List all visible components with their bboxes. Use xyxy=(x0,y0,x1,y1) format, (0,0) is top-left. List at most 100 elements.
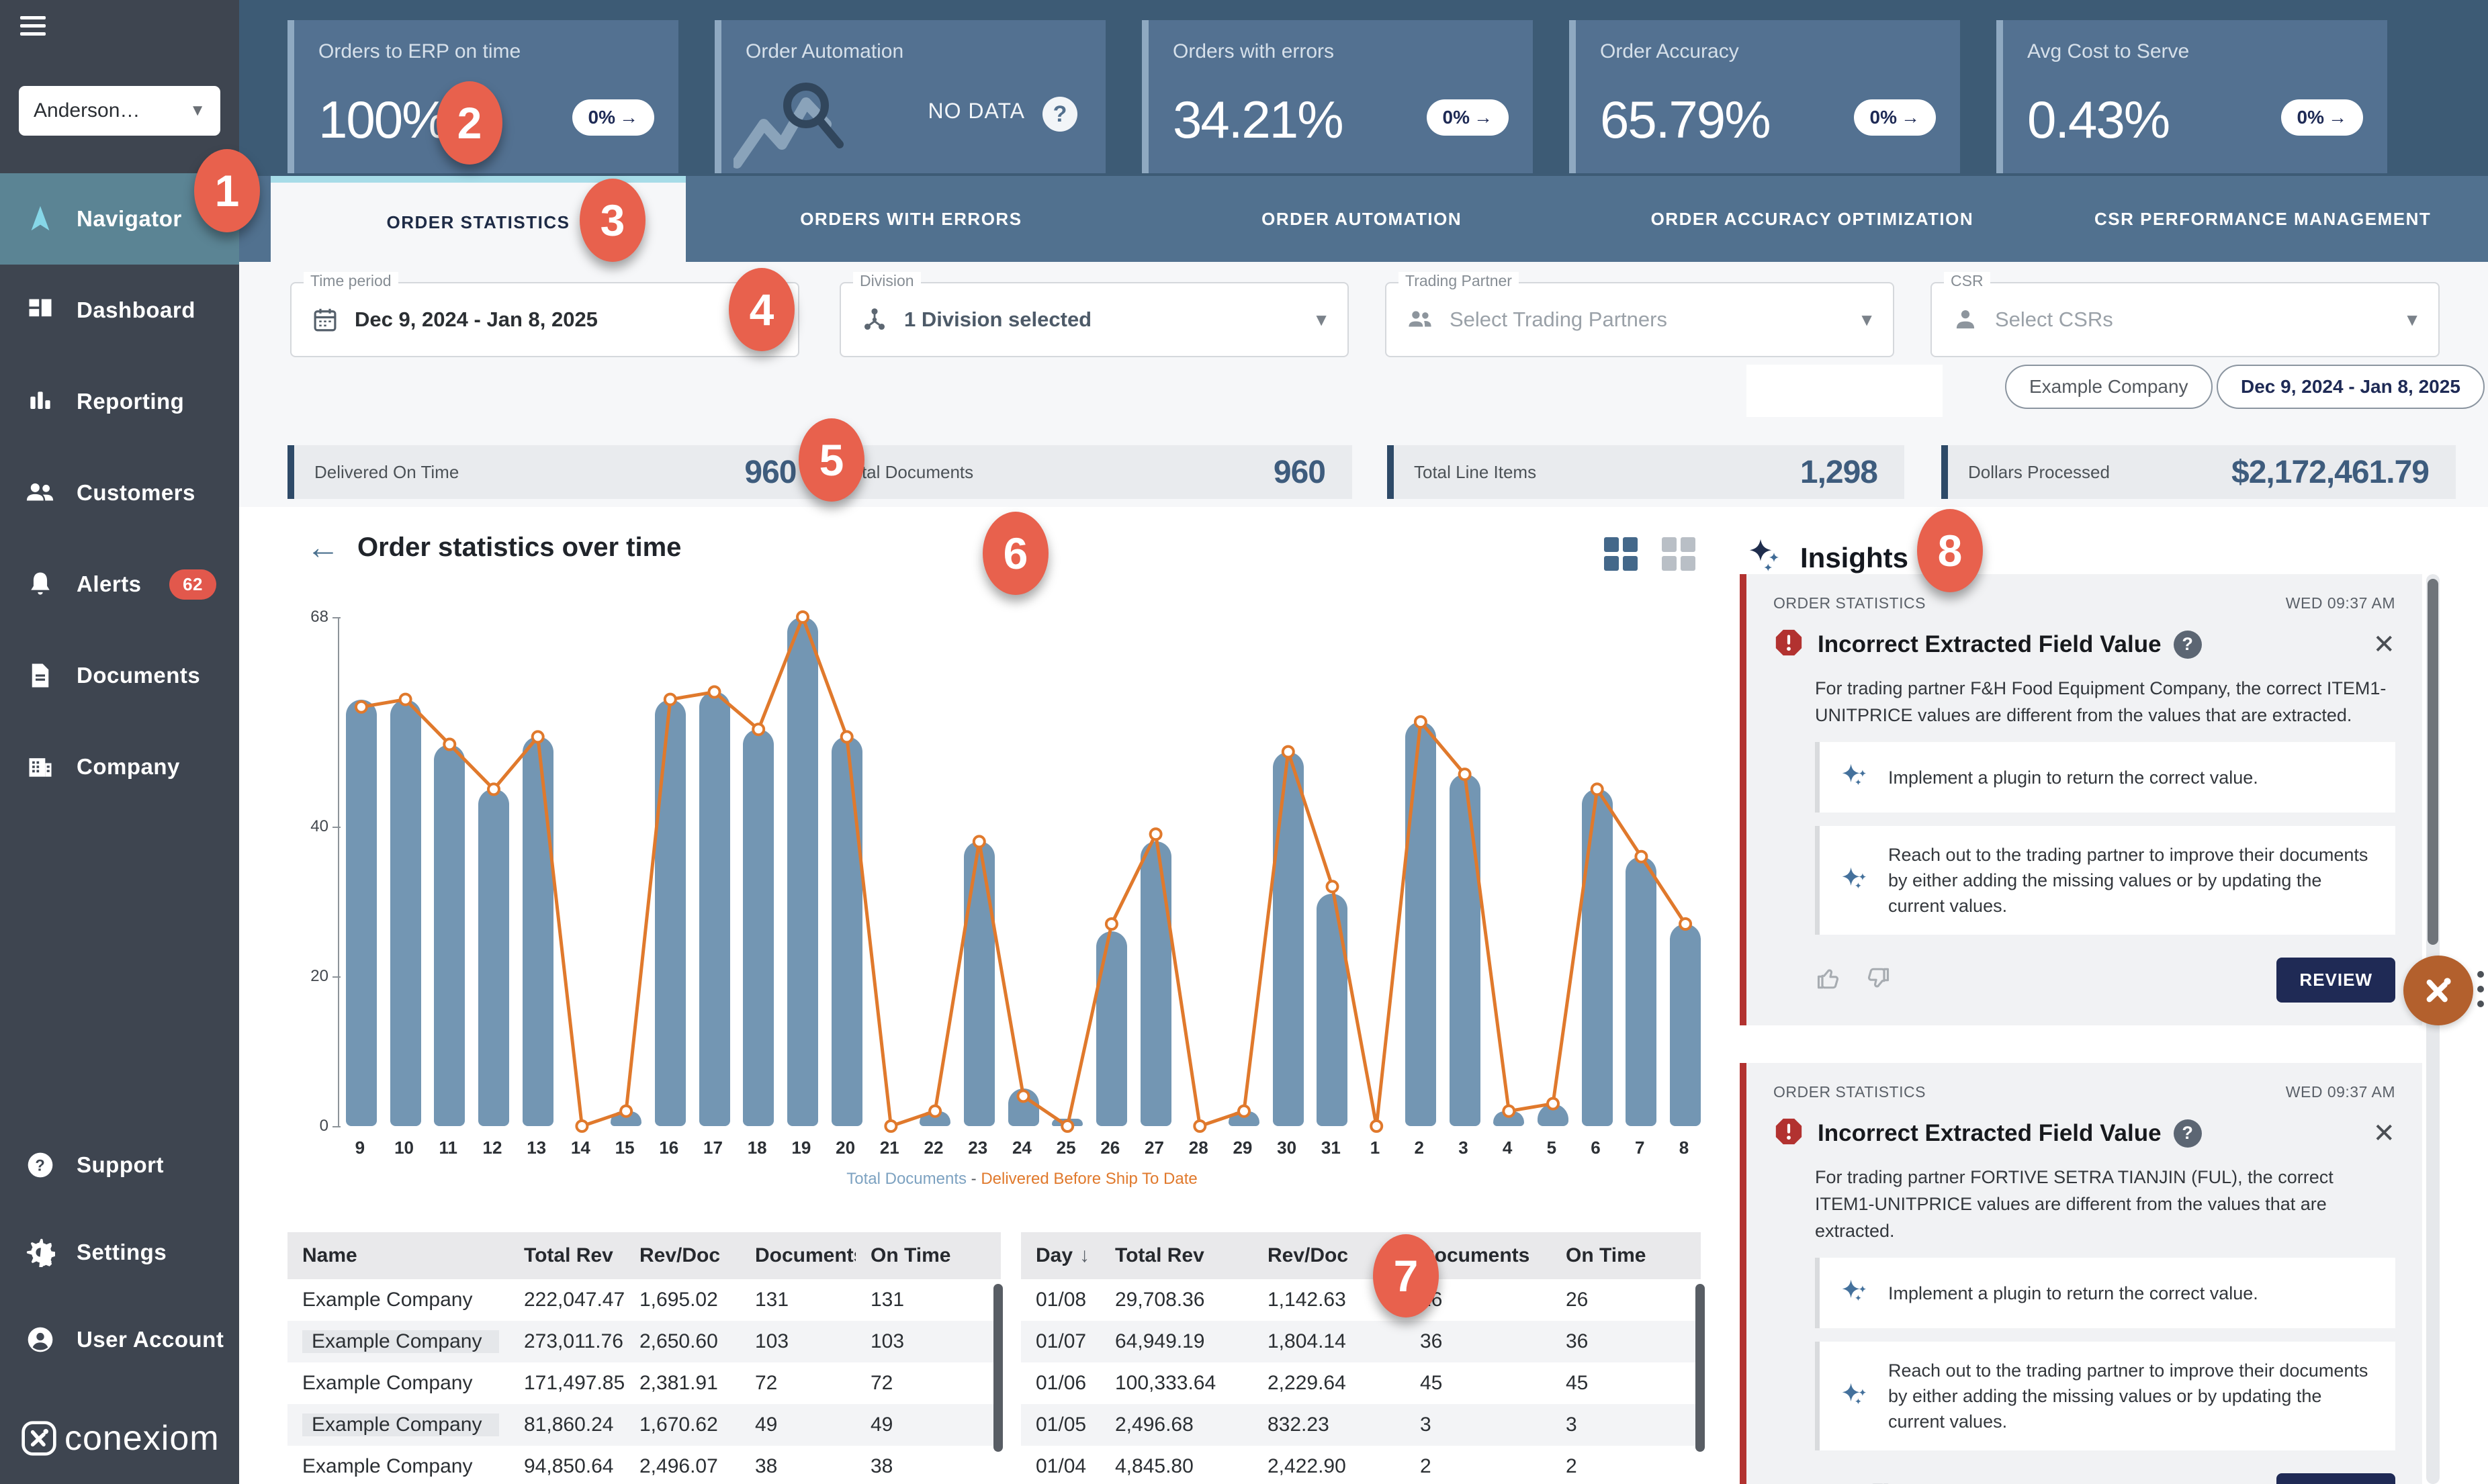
x-axis-tick: 10 xyxy=(382,1138,427,1158)
review-button[interactable]: REVIEW xyxy=(2276,1473,2395,1484)
column-header[interactable]: Total Rev xyxy=(509,1244,625,1267)
column-header[interactable]: Day↓ xyxy=(1021,1244,1100,1267)
legend-total-documents: Total Documents xyxy=(846,1170,967,1188)
sidebar-item-reporting[interactable]: Reporting xyxy=(0,356,239,447)
x-axis-tick: 4 xyxy=(1485,1138,1529,1158)
reporting-icon xyxy=(24,385,56,418)
filter-chip[interactable]: Example Company xyxy=(2005,365,2213,409)
back-arrow-icon[interactable]: ← xyxy=(306,530,340,564)
widget-drag-handle[interactable] xyxy=(2477,971,2488,1007)
thumbs-down-icon[interactable] xyxy=(1862,1479,1892,1484)
filter-time-period[interactable]: Time periodDec 9, 2024 - Jan 8, 2025 xyxy=(290,282,799,357)
table-row[interactable]: 01/044,845.802,422.9022 xyxy=(1021,1446,1701,1484)
partners-table-scrollbar[interactable] xyxy=(993,1284,1003,1452)
filter-csr[interactable]: CSRSelect CSRs▼ xyxy=(1930,282,2440,357)
conexiom-widget-button[interactable] xyxy=(2403,956,2473,1025)
thumbs-down-icon[interactable] xyxy=(1862,964,1892,996)
table-row[interactable]: 01/0764,949.191,804.143636 xyxy=(1021,1321,1701,1362)
tab-orders-with-errors[interactable]: ORDERS WITH ERRORS xyxy=(686,176,1137,262)
thumbs-up-icon[interactable] xyxy=(1815,1479,1845,1484)
table-row[interactable]: Example Company171,497.852,381.917272 xyxy=(287,1362,1001,1404)
x-axis-tick: 5 xyxy=(1529,1138,1574,1158)
help-circle-icon[interactable]: ? xyxy=(2174,631,2202,659)
kpi-title: Order Automation xyxy=(746,40,1081,63)
kpi-trend-badge[interactable]: 0%→ xyxy=(2281,99,2363,136)
close-icon[interactable]: ✕ xyxy=(2372,1120,2395,1147)
stat-value: 960 xyxy=(744,454,796,491)
company-selector[interactable]: Anderson… ▼ xyxy=(19,86,220,136)
annotation-badge-6: 6 xyxy=(983,512,1049,595)
insight-category: ORDER STATISTICS xyxy=(1773,1083,1926,1101)
delivered-line-series xyxy=(339,617,1707,1126)
table-row[interactable]: Example Company81,860.241,670.624949 xyxy=(287,1404,1001,1446)
list-view-icon[interactable] xyxy=(1662,537,1697,572)
table-row[interactable]: Example Company273,011.762,650.60103103 xyxy=(287,1321,1001,1362)
review-button[interactable]: REVIEW xyxy=(2276,958,2395,1003)
hamburger-menu-icon[interactable] xyxy=(20,16,47,39)
column-header[interactable]: On Time xyxy=(1551,1244,1701,1267)
chevron-down-icon: ▼ xyxy=(2403,310,2421,330)
sidebar-item-alerts[interactable]: Alerts62 xyxy=(0,539,239,630)
grid-view-icon[interactable] xyxy=(1604,537,1639,572)
column-header[interactable]: Name xyxy=(287,1244,509,1267)
stat-value: 960 xyxy=(1274,454,1325,491)
summary-stat-box: Dollars Processed$2,172,461.79 xyxy=(1941,445,2456,499)
daily-table-scrollbar[interactable] xyxy=(1695,1284,1705,1452)
help-circle-icon[interactable]: ? xyxy=(1042,97,1077,132)
tab-csr-performance-management[interactable]: CSR PERFORMANCE MANAGEMENT xyxy=(2037,176,2488,262)
company-icon xyxy=(24,751,56,783)
x-axis-tick: 9 xyxy=(338,1138,382,1158)
tab-order-accuracy-optimization[interactable]: ORDER ACCURACY OPTIMIZATION xyxy=(1587,176,2038,262)
insights-title: Insights xyxy=(1800,542,1908,574)
sidebar-item-dashboard[interactable]: Dashboard xyxy=(0,265,239,356)
filter-division[interactable]: Division1 Division selected▼ xyxy=(840,282,1349,357)
sidebar-item-settings[interactable]: Settings xyxy=(0,1209,239,1296)
table-row[interactable]: 01/052,496.68832.2333 xyxy=(1021,1404,1701,1446)
sort-descending-icon: ↓ xyxy=(1079,1244,1090,1266)
column-header[interactable]: Total Rev xyxy=(1100,1244,1253,1267)
x-axis-tick: 29 xyxy=(1220,1138,1265,1158)
table-row[interactable]: Example Company222,047.471,695.02131131 xyxy=(287,1279,1001,1321)
stat-value: $2,172,461.79 xyxy=(2231,454,2429,491)
tab-order-automation[interactable]: ORDER AUTOMATION xyxy=(1137,176,1587,262)
table-row[interactable]: 01/0829,708.361,142.632626 xyxy=(1021,1279,1701,1321)
chart-legend: Total Documents - Delivered Before Ship … xyxy=(338,1170,1706,1189)
kpi-trend-badge[interactable]: 0%→ xyxy=(1427,99,1509,136)
stat-label: Total Line Items xyxy=(1414,462,1536,483)
arrow-right-icon: → xyxy=(1474,107,1493,128)
insight-timestamp: WED 09:37 AM xyxy=(2286,594,2395,612)
table-row[interactable]: 01/06100,333.642,229.644545 xyxy=(1021,1362,1701,1404)
no-data-chart-icon xyxy=(734,83,861,173)
insight-body: For trading partner FORTIVE SETRA TIANJI… xyxy=(1815,1164,2395,1244)
annotation-badge-7: 7 xyxy=(1373,1234,1439,1317)
insights-header: Insights xyxy=(1744,536,1908,579)
column-header[interactable]: Rev/Doc xyxy=(625,1244,740,1267)
filter-chip[interactable]: Dec 9, 2024 - Jan 8, 2025 xyxy=(2217,365,2485,409)
close-icon[interactable]: ✕ xyxy=(2372,631,2395,658)
x-axis-tick: 16 xyxy=(647,1138,691,1158)
kpi-trend-badge[interactable]: 0%→ xyxy=(572,99,654,136)
column-header[interactable]: Documents xyxy=(740,1244,856,1267)
sidebar-item-company[interactable]: Company xyxy=(0,721,239,813)
column-header[interactable]: On Time xyxy=(856,1244,1001,1267)
kpi-trend-badge[interactable]: 0%→ xyxy=(1854,99,1936,136)
documents-icon xyxy=(24,659,56,692)
sidebar-item-documents[interactable]: Documents xyxy=(0,630,239,721)
insights-scrollbar[interactable] xyxy=(2428,579,2438,945)
dashboard-icon xyxy=(24,294,56,326)
filter-label: Time period xyxy=(304,272,398,290)
help-circle-icon[interactable]: ? xyxy=(2174,1119,2202,1148)
sidebar-item-customers[interactable]: Customers xyxy=(0,447,239,539)
table-row[interactable]: Example Company94,850.642,496.073838 xyxy=(287,1446,1001,1484)
suggestion-sparkle-icon xyxy=(1837,862,1872,900)
sidebar-footer-nav: ?SupportSettingsUser Account xyxy=(0,1121,239,1383)
legend-delivered: Delivered Before Ship To Date xyxy=(981,1170,1197,1188)
redacted-name: Example Company xyxy=(302,1413,499,1436)
sidebar-item-label: Dashboard xyxy=(77,297,195,323)
thumbs-up-icon[interactable] xyxy=(1815,964,1845,996)
filter-trading-partner[interactable]: Trading PartnerSelect Trading Partners▼ xyxy=(1385,282,1894,357)
sidebar-item-user-account[interactable]: User Account xyxy=(0,1296,239,1383)
x-axis-tick: 12 xyxy=(470,1138,515,1158)
sidebar-item-support[interactable]: ?Support xyxy=(0,1121,239,1209)
insight-suggestion: Reach out to the trading partner to impr… xyxy=(1815,1342,2395,1450)
